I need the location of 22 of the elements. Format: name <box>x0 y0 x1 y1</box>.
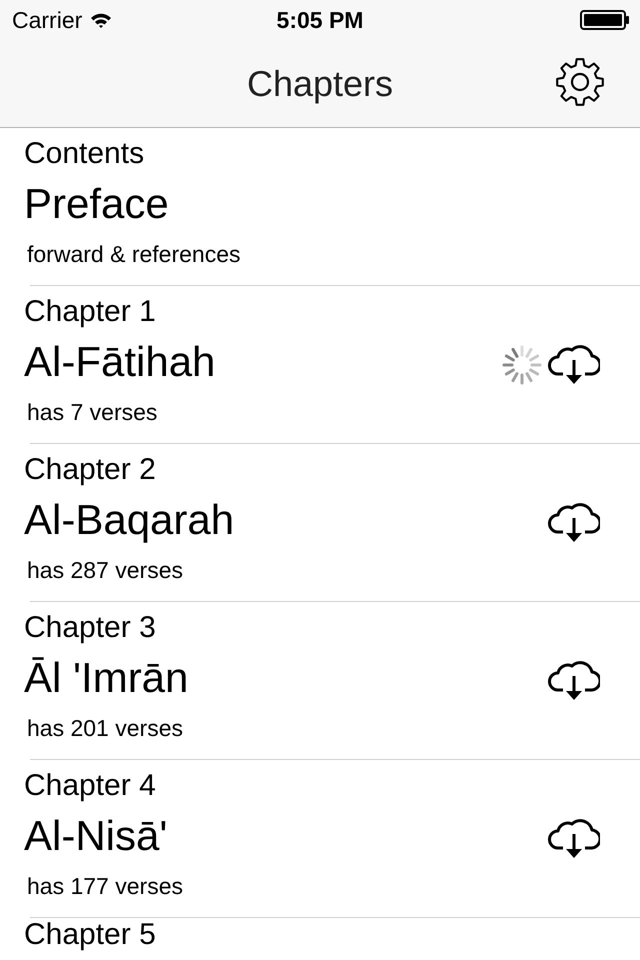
settings-icon[interactable] <box>554 56 606 108</box>
nav-title: Chapters <box>246 62 394 104</box>
carrier-name: Carrier <box>12 6 82 34</box>
row-label: Chapter 5 <box>24 920 156 950</box>
row-title[interactable]: Al-Fātihah <box>24 330 216 394</box>
row-subtitle: forward & references <box>27 240 240 269</box>
row-label: Chapter 2 <box>24 452 156 488</box>
row-subtitle: has 7 verses <box>27 398 158 427</box>
row-title[interactable]: Āl 'Imrān <box>24 646 188 710</box>
row-title[interactable]: Al-Nisā' <box>24 804 168 868</box>
row-subtitle: has 177 verses <box>27 872 183 901</box>
status-time: 5:05 PM <box>276 6 364 34</box>
row-title[interactable]: Preface <box>24 172 169 236</box>
row-title[interactable]: Al-Baqarah <box>24 488 234 552</box>
row-label: Chapter 1 <box>24 294 156 330</box>
row-subtitle: has 287 verses <box>27 556 183 585</box>
battery-icon <box>580 10 630 30</box>
row-subtitle: has 201 verses <box>27 714 183 743</box>
row-label: Chapter 4 <box>24 768 156 804</box>
row-label: Contents <box>24 136 144 172</box>
row-label: Chapter 3 <box>24 610 156 646</box>
wifi-icon <box>90 12 112 28</box>
